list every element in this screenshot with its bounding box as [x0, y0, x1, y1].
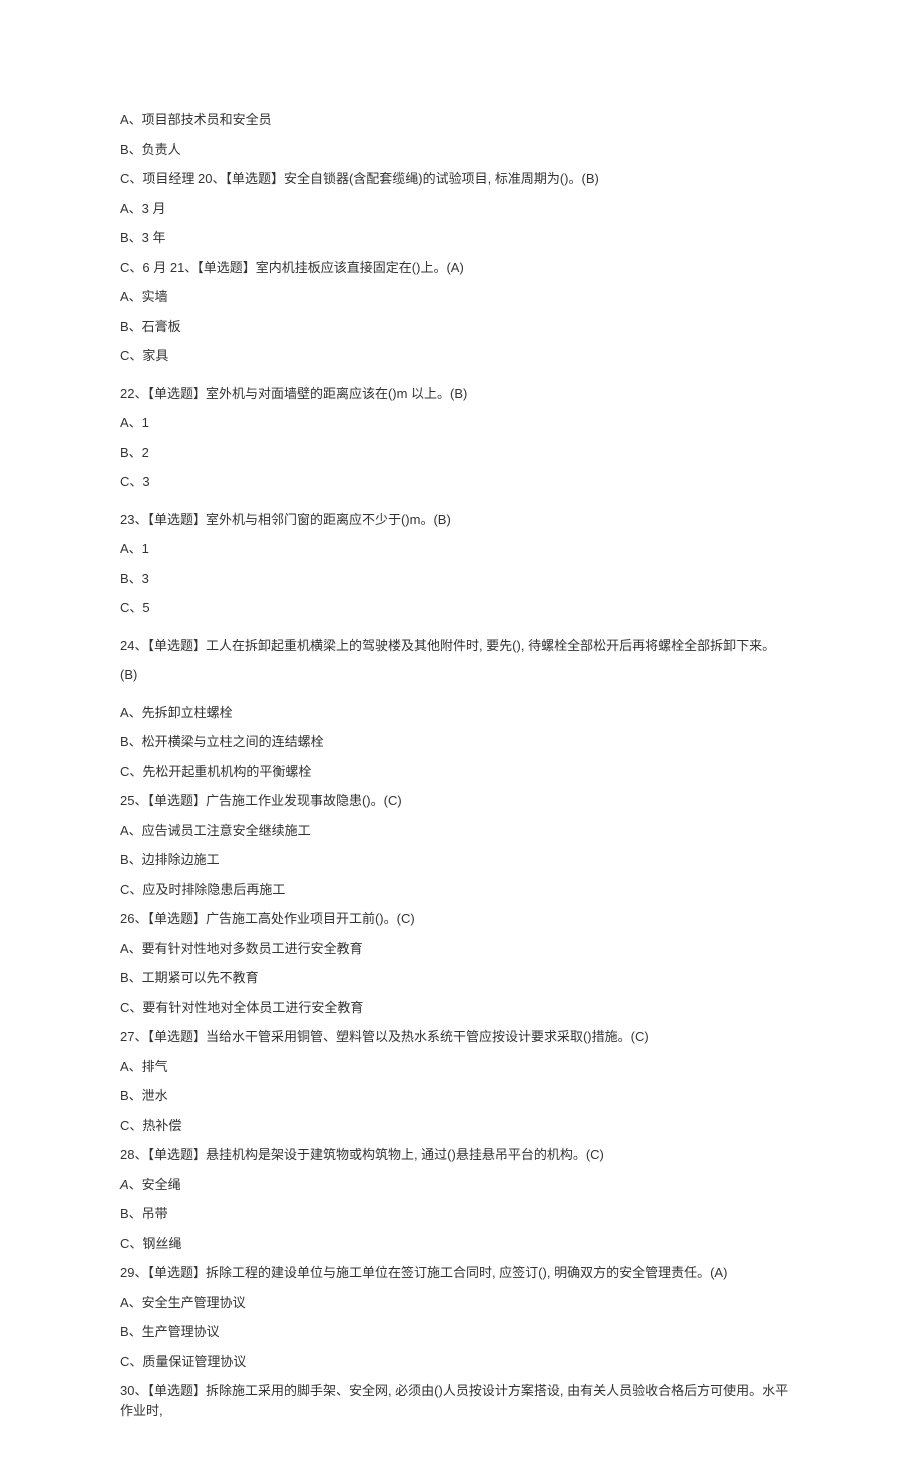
text-line: C、6 月 21、【单选题】室内机挂板应该直接固定在()上。(A)	[120, 258, 800, 278]
option: B、吊带	[120, 1204, 800, 1224]
question-answer: (B)	[120, 665, 800, 685]
option: C、热补偿	[120, 1116, 800, 1136]
text-line: A、3 月	[120, 199, 800, 219]
option: B、泄水	[120, 1086, 800, 1106]
option: A、安全生产管理协议	[120, 1293, 800, 1313]
option: B、3	[120, 569, 800, 589]
option: C、5	[120, 598, 800, 618]
text-line: C、家具	[120, 346, 800, 366]
question-stem: 26、【单选题】广告施工高处作业项目开工前()。(C)	[120, 909, 800, 929]
question-stem: 25、【单选题】广告施工作业发现事故隐患()。(C)	[120, 791, 800, 811]
question-stem: 24、【单选题】工人在拆卸起重机横梁上的驾驶楼及其他附件时, 要先(), 待螺栓…	[120, 636, 800, 656]
option: B、2	[120, 443, 800, 463]
option: A、1	[120, 413, 800, 433]
option: B、生产管理协议	[120, 1322, 800, 1342]
question-stem: 23、【单选题】室外机与相邻门窗的距离应不少于()m。(B)	[120, 510, 800, 530]
option: C、要有针对性地对全体员工进行安全教育	[120, 998, 800, 1018]
question-stem: 30、【单选题】拆除施工采用的脚手架、安全网, 必须由()人员按设计方案搭设, …	[120, 1381, 800, 1420]
question-stem: 28、【单选题】悬挂机构是架设于建筑物或构筑物上, 通过()悬挂悬吊平台的机构。…	[120, 1145, 800, 1165]
option: A、先拆卸立柱螺栓	[120, 703, 800, 723]
question-stem: 27、【单选题】当给水干管采用铜管、塑料管以及热水系统干管应按设计要求采取()措…	[120, 1027, 800, 1047]
option: A、排气	[120, 1057, 800, 1077]
option: A、安全绳	[120, 1175, 800, 1195]
text-line: B、负责人	[120, 140, 800, 160]
text-line: B、石膏板	[120, 317, 800, 337]
text-line: B、3 年	[120, 228, 800, 248]
text-line: C、项目经理 20、【单选题】安全自锁器(含配套缆绳)的试验项目, 标准周期为(…	[120, 169, 800, 189]
option: A、要有针对性地对多数员工进行安全教育	[120, 939, 800, 959]
option-label: 、安全绳	[129, 1177, 181, 1192]
option: B、松开横梁与立柱之间的连结螺栓	[120, 732, 800, 752]
option: C、应及时排除隐患后再施工	[120, 880, 800, 900]
question-stem: 29、【单选题】拆除工程的建设单位与施工单位在签订施工合同时, 应签订(), 明…	[120, 1263, 800, 1283]
option-prefix: A	[120, 1177, 129, 1192]
text-line: A、项目部技术员和安全员	[120, 110, 800, 130]
text-line: A、实墙	[120, 287, 800, 307]
option: C、钢丝绳	[120, 1234, 800, 1254]
option: C、先松开起重机机构的平衡螺栓	[120, 762, 800, 782]
option: C、3	[120, 472, 800, 492]
option: C、质量保证管理协议	[120, 1352, 800, 1372]
option: A、1	[120, 539, 800, 559]
option: B、工期紧可以先不教育	[120, 968, 800, 988]
option: A、应告诫员工注意安全继续施工	[120, 821, 800, 841]
option: B、边排除边施工	[120, 850, 800, 870]
question-stem: 22、【单选题】室外机与对面墙壁的距离应该在()m 以上。(B)	[120, 384, 800, 404]
